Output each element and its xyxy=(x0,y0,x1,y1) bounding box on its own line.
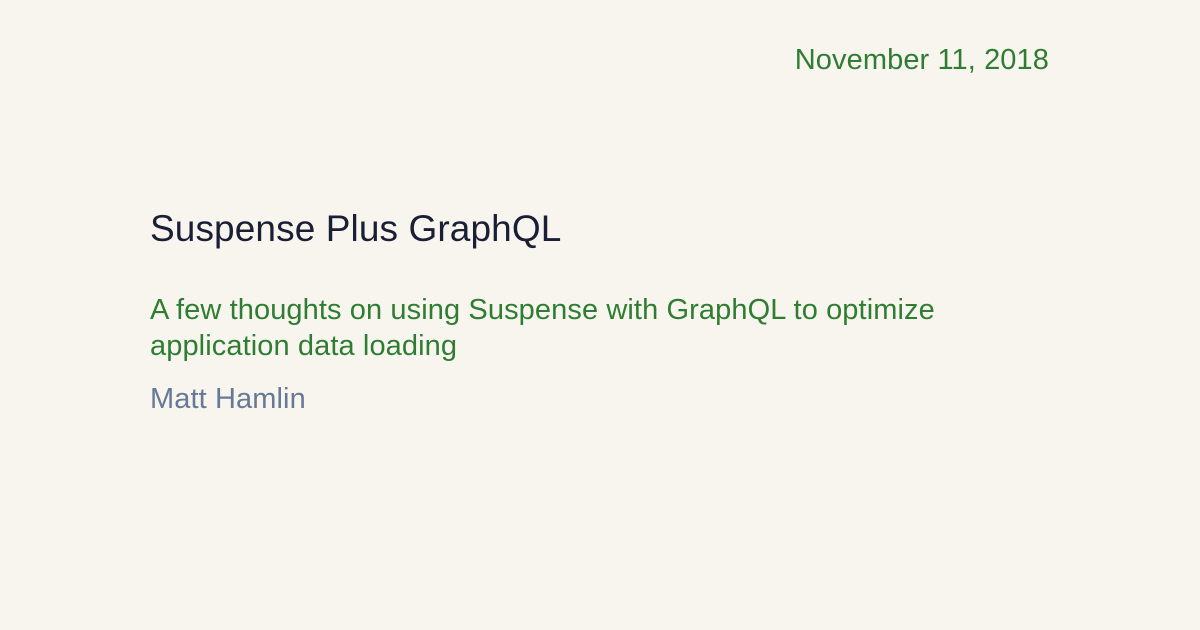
post-description: A few thoughts on using Suspense with Gr… xyxy=(150,294,935,362)
post-date: November 11, 2018 xyxy=(794,44,1049,76)
post-author: Matt Hamlin xyxy=(150,383,306,415)
post-summary: Suspense Plus GraphQL A few thoughts on … xyxy=(150,205,1050,417)
social-card: November 11, 2018 Suspense Plus GraphQL … xyxy=(0,0,1200,630)
post-title: Suspense Plus GraphQL xyxy=(150,208,562,249)
